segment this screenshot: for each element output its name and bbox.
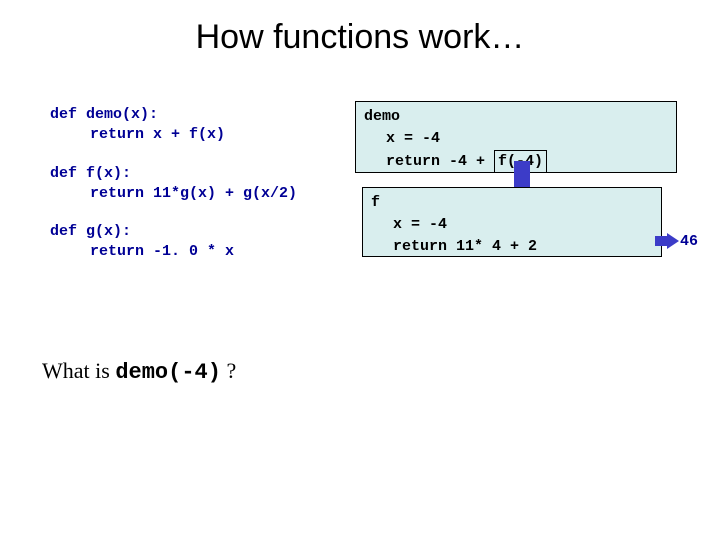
trace-fn-name: f [371, 192, 653, 214]
code-f: def f(x): return 11*g(x) + g(x/2) [50, 164, 297, 205]
trace-line: return 11* 4 + 2 [371, 236, 653, 258]
trace-return-prefix: return [393, 238, 447, 255]
trace-return-expr: 11* 4 + 2 [447, 238, 537, 255]
trace-line: x = -4 [364, 128, 668, 150]
trace-box-f: f x = -4 return 11* 4 + 2 [362, 187, 662, 257]
code-line: return 11*g(x) + g(x/2) [50, 184, 297, 204]
code-definitions: def demo(x): return x + f(x) def f(x): r… [50, 105, 297, 281]
trace-return-prefix: return -4 + [386, 153, 494, 170]
code-g: def g(x): return -1. 0 * x [50, 222, 297, 263]
question-call: demo(-4) [115, 360, 221, 385]
code-demo: def demo(x): return x + f(x) [50, 105, 297, 146]
arrow-right-icon [655, 233, 679, 249]
trace-fn-name: demo [364, 106, 668, 128]
code-line: return x + f(x) [50, 125, 297, 145]
code-line: def demo(x): [50, 105, 297, 125]
question-suffix: ? [221, 358, 236, 383]
trace-line: x = -4 [371, 214, 653, 236]
code-line: def f(x): [50, 164, 297, 184]
slide-title: How functions work… [0, 18, 720, 57]
code-line: return -1. 0 * x [50, 242, 297, 262]
code-line: def g(x): [50, 222, 297, 242]
question-prefix: What is [42, 358, 115, 383]
question-text: What is demo(-4) ? [42, 358, 236, 385]
trace-result: 46 [680, 233, 698, 250]
